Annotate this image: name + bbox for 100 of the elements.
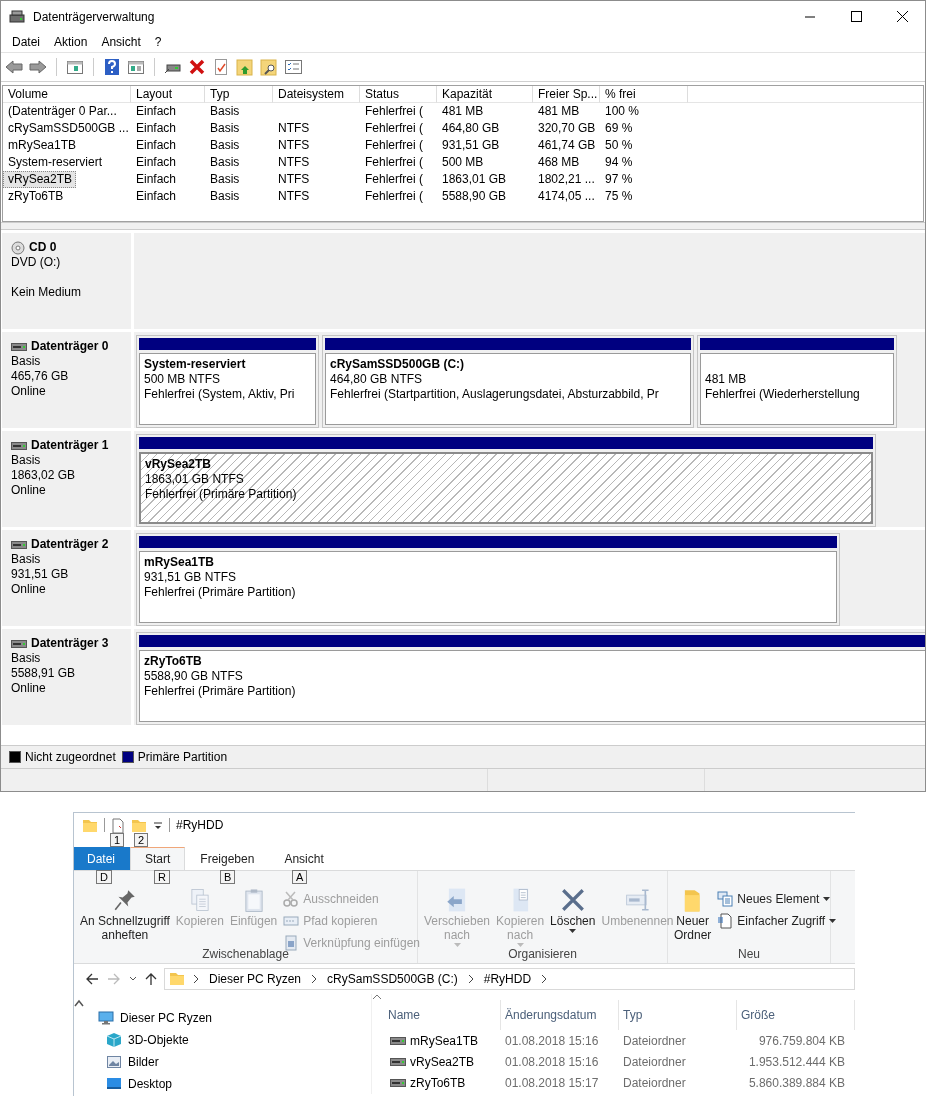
table-cell[interactable]: zRyTo6TB	[3, 188, 131, 205]
ribbon-button[interactable]: Löschen	[548, 886, 598, 934]
column-header[interactable]: Volume	[3, 86, 131, 103]
table-cell-text: Fehlerfrei (	[364, 137, 424, 154]
column-header[interactable]: Änderungsdatum	[501, 1000, 619, 1030]
column-header[interactable]: Layout	[131, 86, 205, 103]
column-header[interactable]: Kapazität	[437, 86, 533, 103]
menu-item[interactable]: Datei	[6, 35, 46, 49]
folder-magnifier-icon[interactable]	[260, 58, 278, 76]
menu-item[interactable]: Ansicht	[95, 35, 147, 49]
breadcrumb[interactable]: #RyHDD	[481, 972, 534, 986]
keytip: D	[96, 870, 112, 884]
tree-item[interactable]: Desktop	[74, 1073, 371, 1095]
table-cell[interactable]: System-reserviert	[3, 154, 131, 171]
ribbon-button[interactable]: An Schnellzugriff anheften	[78, 886, 172, 942]
table-cell[interactable]: mRySea1TB	[3, 137, 131, 154]
disk-name: Datenträger 1	[31, 438, 109, 453]
table-cell-text: Einfach	[135, 188, 178, 205]
forward-arrow-icon[interactable]	[29, 58, 47, 76]
table-cell-text: Basis	[209, 103, 241, 120]
disk-size: 465,76 GB	[11, 369, 70, 384]
column-header[interactable]: Freier Sp...	[533, 86, 600, 103]
file-row[interactable]: zRyTo6TB 01.08.2018 15:17 Dateiordner 5.860.389.884 KB	[384, 1072, 855, 1093]
caret-up-icon[interactable]	[74, 999, 84, 1007]
chevron-right-icon[interactable]	[541, 974, 548, 984]
column-header[interactable]: Größe	[737, 1000, 855, 1030]
partition-status: Fehlerfrei (Startpartition, Auslagerungsdatei, Absturzabbild, Pr	[330, 387, 660, 402]
ribbon-button[interactable]: Einfacher Zugriff	[715, 910, 839, 931]
disk-label-panel[interactable]: Datenträger 0 Basis 465,76 GB Online	[2, 332, 134, 428]
table-cell[interactable]: cRySamSSD500GB ...	[3, 120, 131, 137]
ribbon-tab[interactable]: Start	[130, 847, 186, 870]
partition-info: 500 MB NTFS	[144, 372, 222, 387]
delete-icon	[559, 887, 586, 913]
column-header[interactable]: Typ	[205, 86, 273, 103]
drive-icon	[9, 8, 25, 25]
disk-status: Kein Medium	[11, 285, 83, 300]
table-cell-text: NTFS	[277, 120, 311, 137]
folder-icon[interactable]	[131, 818, 147, 834]
disk-label-panel[interactable]: Datenträger 3 Basis 5588,91 GB Online	[2, 629, 134, 725]
chevron-right-icon[interactable]	[467, 974, 474, 984]
tree-item[interactable]: 3D-Objekte	[74, 1029, 371, 1051]
disk-label-panel[interactable]: Datenträger 2 Basis 931,51 GB Online	[2, 530, 134, 626]
column-header[interactable]: Typ	[619, 1000, 737, 1030]
partition-block[interactable]: vRySea2TB 1863,01 GB NTFS Fehlerfrei (Primäre Partition)	[136, 434, 876, 527]
tree-item[interactable]: Bilder	[74, 1051, 371, 1073]
column-header[interactable]: Dateisystem	[273, 86, 360, 103]
breadcrumb[interactable]: Dieser PC Ryzen	[207, 972, 304, 986]
chevron-right-icon[interactable]	[311, 974, 318, 984]
document-icon[interactable]	[111, 818, 125, 834]
table-cell-text: NTFS	[277, 154, 311, 171]
ribbon-tab[interactable]: Freigeben	[185, 847, 270, 870]
window-pane-icon[interactable]	[66, 58, 84, 76]
table-cell-text: 1.953.512.444 KB	[747, 1054, 846, 1069]
delete-icon[interactable]	[188, 58, 206, 76]
checked-document-icon[interactable]	[212, 58, 230, 76]
table-cell-text: Fehlerfrei (	[364, 154, 424, 171]
table-cell[interactable]: (Datenträger 0 Par...	[3, 103, 131, 120]
disk-label-panel[interactable]: CD 0 DVD (O:) Kein Medium	[2, 233, 134, 329]
disk-name: Datenträger 3	[31, 636, 109, 651]
ribbon-tab[interactable]: Datei	[74, 847, 130, 870]
partition-block[interactable]: System-reserviert 500 MB NTFS Fehlerfrei (System, Aktiv, Pri	[136, 335, 319, 428]
file-row[interactable]: vRySea2TB 01.08.2018 15:16 Dateiordner 1.953.512.444 KB	[384, 1051, 855, 1072]
table-cell-text: Dateiordner	[622, 1054, 687, 1069]
help-icon[interactable]	[103, 58, 121, 76]
address-bar[interactable]: Dieser PC Ryzen cRySamSSD500GB (C:) #RyHDD	[164, 968, 855, 990]
disk-type: Basis	[11, 651, 42, 666]
legend-label: Nicht zugeordnet	[25, 750, 116, 764]
table-cell-text: 468 MB	[537, 154, 581, 171]
table-cell-text: Basis	[209, 120, 241, 137]
tree-item[interactable]: Dieser PC Ryzen	[74, 1007, 371, 1029]
menu-item[interactable]: Aktion	[48, 35, 94, 49]
disk-label-panel[interactable]: Datenträger 1 Basis 1863,02 GB Online	[2, 431, 134, 527]
column-header[interactable]: Status	[360, 86, 437, 103]
back-arrow-icon[interactable]	[84, 971, 100, 987]
partition-name: cRySamSSD500GB (C:)	[330, 357, 466, 372]
file-name: zRyTo6TB	[410, 1075, 466, 1090]
disk-status: Online	[11, 483, 47, 498]
table-cell[interactable]: vRySea2TB	[3, 171, 77, 188]
ribbon-button[interactable]: Neues Element	[715, 888, 839, 909]
chevron-right-icon[interactable]	[193, 974, 199, 984]
menu-item[interactable]: ?	[148, 35, 168, 49]
sort-caret-icon[interactable]	[372, 994, 382, 1000]
column-header[interactable]: % frei	[600, 86, 688, 103]
checklist-icon[interactable]	[284, 58, 303, 76]
partition-block[interactable]: 481 MB Fehlerfrei (Wiederherstellung	[697, 335, 897, 428]
window-pane-icon[interactable]	[127, 58, 145, 76]
up-arrow-icon[interactable]	[144, 971, 158, 987]
partition-block[interactable]: cRySamSSD500GB (C:) 464,80 GB NTFS Fehlerfrei (Startpartition, Auslagerungsdatei, Absturzabbild, Pr	[322, 335, 694, 428]
partition-info: 464,80 GB NTFS	[330, 372, 424, 387]
keytip: B	[220, 870, 236, 884]
ribbon-tab[interactable]: Ansicht	[269, 847, 339, 870]
file-row[interactable]: mRySea1TB 01.08.2018 15:16 Dateiordner 976.759.804 KB	[384, 1030, 855, 1051]
table-cell-text: Basis	[209, 188, 241, 205]
partition-block[interactable]: mRySea1TB 931,51 GB NTFS Fehlerfrei (Primäre Partition)	[136, 533, 840, 626]
partition-block[interactable]: zRyTo6TB 5588,90 GB NTFS Fehlerfrei (Primäre Partition)	[136, 632, 925, 725]
partition-status: Fehlerfrei (Wiederherstellung	[705, 387, 861, 402]
column-header[interactable]: Name	[384, 1000, 501, 1030]
table-cell-text: 4174,05 ...	[537, 188, 596, 205]
breadcrumb[interactable]: cRySamSSD500GB (C:)	[325, 972, 460, 986]
keytip: 2	[134, 833, 149, 847]
